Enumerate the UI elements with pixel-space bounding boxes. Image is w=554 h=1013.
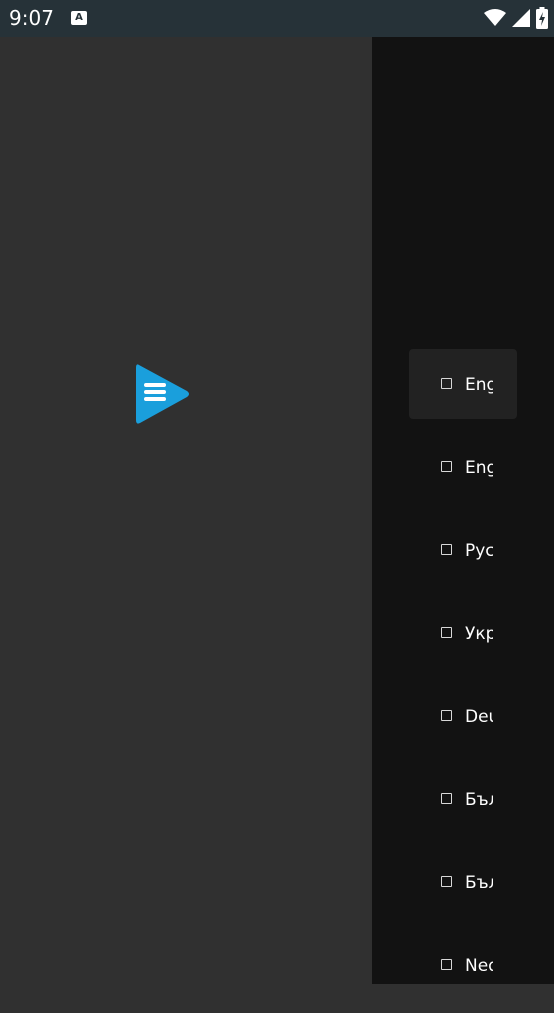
checkbox[interactable] bbox=[441, 378, 452, 389]
play-menu-logo-icon[interactable] bbox=[133, 362, 191, 426]
language-label: Nederlands bbox=[465, 956, 493, 976]
checkbox[interactable] bbox=[441, 461, 452, 472]
language-option[interactable]: Nederlands bbox=[409, 930, 517, 1000]
checkbox[interactable] bbox=[441, 710, 452, 721]
language-option[interactable]: Українська bbox=[409, 598, 517, 668]
wifi-icon bbox=[484, 9, 506, 26]
language-option[interactable]: Български bbox=[409, 764, 517, 834]
language-label: Български bbox=[465, 873, 493, 893]
checkbox[interactable] bbox=[441, 793, 452, 804]
status-bar: 9:07 A bbox=[0, 0, 554, 37]
language-label: Українська bbox=[465, 624, 493, 644]
language-label: English bbox=[465, 375, 493, 395]
language-list: English English Русский Українська Deuts… bbox=[409, 349, 517, 1013]
main-content-area[interactable] bbox=[0, 37, 372, 984]
language-option[interactable]: English bbox=[409, 349, 517, 419]
checkbox[interactable] bbox=[441, 876, 452, 887]
language-option[interactable]: Deutsch bbox=[409, 681, 517, 751]
language-label: Български bbox=[465, 790, 493, 810]
status-icons bbox=[484, 6, 548, 30]
a-notification-icon: A bbox=[71, 11, 87, 25]
status-time: 9:07 bbox=[9, 6, 54, 30]
checkbox[interactable] bbox=[441, 959, 452, 970]
battery-charging-icon bbox=[536, 7, 548, 29]
language-drawer: English English Русский Українська Deuts… bbox=[372, 37, 554, 984]
signal-icon bbox=[512, 9, 530, 27]
checkbox[interactable] bbox=[441, 627, 452, 638]
language-option[interactable]: Български bbox=[409, 847, 517, 917]
checkbox[interactable] bbox=[441, 544, 452, 555]
language-label: Русский bbox=[465, 541, 493, 561]
language-label: Deutsch bbox=[465, 707, 493, 727]
language-option[interactable]: Русский bbox=[409, 515, 517, 585]
language-option[interactable]: English bbox=[409, 432, 517, 502]
language-label: English bbox=[465, 458, 493, 478]
